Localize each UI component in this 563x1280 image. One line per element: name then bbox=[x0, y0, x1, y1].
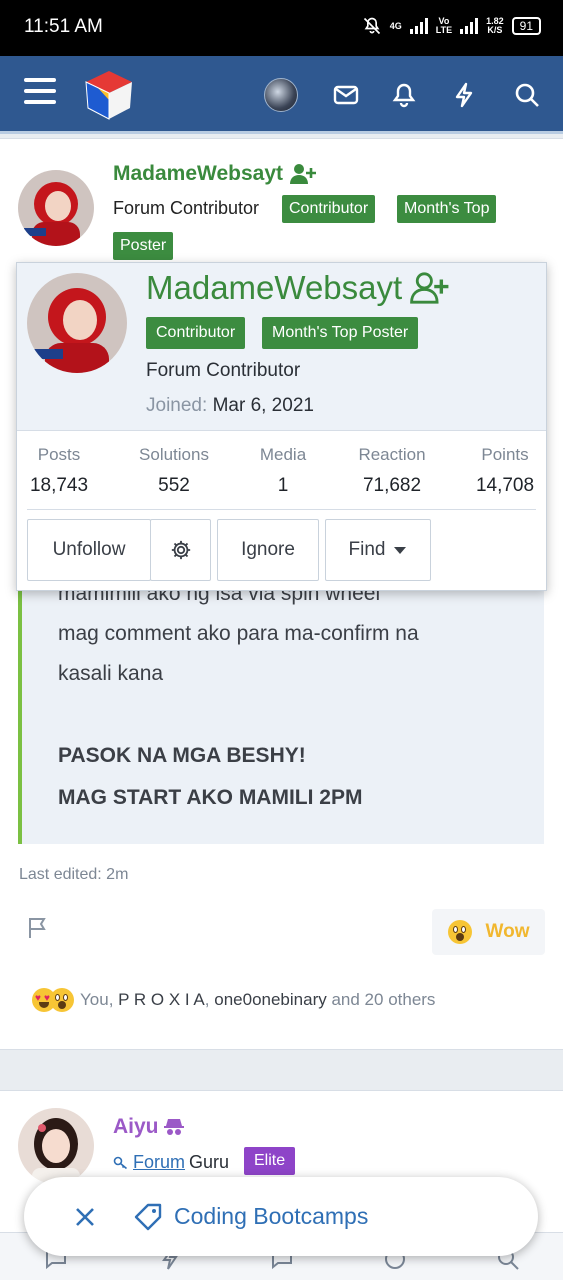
reaction-emojis: ♥ ♥ bbox=[32, 988, 74, 1012]
last-edited: Last edited: 2m bbox=[19, 866, 129, 883]
popup-joined: Joined: Mar 6, 2021 bbox=[146, 395, 314, 416]
top-poster-badge: Month's Top Poster bbox=[262, 317, 419, 349]
tag-icon bbox=[134, 1203, 162, 1231]
user-avatar[interactable] bbox=[264, 78, 298, 112]
rank-link[interactable]: Forum bbox=[133, 1152, 185, 1173]
battery-indicator: 91 bbox=[511, 17, 541, 35]
quote-bold-line: MAG START AKO MAMILI 2PM bbox=[58, 786, 363, 809]
reactor-link[interactable]: one0onebinary bbox=[214, 990, 326, 1010]
hamburger-menu-icon[interactable] bbox=[24, 78, 56, 108]
site-logo[interactable] bbox=[82, 68, 136, 122]
mute-icon bbox=[363, 17, 380, 35]
follow-user-icon[interactable] bbox=[289, 162, 317, 186]
stat-solutions: Solutions 552 bbox=[139, 445, 209, 496]
network-type: 4G bbox=[389, 20, 402, 31]
incognito-icon bbox=[163, 1119, 184, 1135]
top-poster-badge-cont: Poster bbox=[113, 232, 174, 260]
top-poster-badge: Month's Top bbox=[397, 195, 497, 223]
signal-icon bbox=[409, 18, 428, 34]
unfollow-button[interactable]: Unfollow bbox=[27, 519, 151, 581]
popup-user-title: Forum Contributor bbox=[146, 360, 301, 381]
author-user-title: Forum Contributor bbox=[113, 198, 260, 218]
toast-link[interactable]: Coding Bootcamps bbox=[174, 1203, 368, 1230]
member-tooltip-card: MadameWebsayt Contributor Month's Top Po… bbox=[16, 262, 547, 591]
stat-media: Media 1 bbox=[259, 445, 307, 496]
status-icons: 4G Vo LTE 1.82 K/S 91 bbox=[362, 16, 541, 36]
author-name-2[interactable]: Aiyu bbox=[113, 1115, 185, 1139]
popup-username[interactable]: MadameWebsayt bbox=[146, 269, 452, 307]
search-icon[interactable] bbox=[512, 80, 542, 110]
follow-settings-button[interactable] bbox=[150, 519, 211, 581]
network-speed: 1.82 K/S bbox=[486, 16, 504, 35]
reactor-link[interactable]: P R O X I A bbox=[118, 990, 205, 1010]
member-tooltip-header: MadameWebsayt Contributor Month's Top Po… bbox=[17, 263, 546, 431]
suggestion-toast: Coding Bootcamps bbox=[24, 1177, 538, 1256]
status-bar: 11:51 AM 4G Vo LTE 1.82 K/S 91 bbox=[0, 0, 563, 56]
author-rank-2: Forum Guru bbox=[113, 1152, 229, 1173]
others-link[interactable]: and 20 others bbox=[331, 990, 435, 1010]
wow-emoji-icon bbox=[50, 988, 74, 1012]
ignore-button[interactable]: Ignore bbox=[217, 519, 319, 581]
top-navigation bbox=[0, 56, 563, 134]
gear-icon bbox=[171, 540, 190, 560]
quote-line: kasali kana bbox=[58, 662, 164, 685]
reaction-label: Wow bbox=[485, 921, 530, 942]
stat-points: Points 14,708 bbox=[475, 445, 535, 496]
contributor-badge: Contributor bbox=[146, 317, 246, 349]
author-avatar-2[interactable] bbox=[18, 1108, 94, 1184]
volte-indicator: Vo LTE bbox=[435, 16, 453, 35]
popup-avatar[interactable] bbox=[27, 273, 127, 373]
close-icon[interactable] bbox=[72, 1204, 98, 1230]
signal-icon-2 bbox=[460, 18, 479, 34]
wow-emoji-icon bbox=[447, 920, 472, 944]
contributor-badge: Contributor bbox=[282, 195, 376, 223]
stat-posts: Posts 18,743 bbox=[29, 445, 89, 496]
reaction-summary[interactable]: ♥ ♥ You, P R O X I A, one0onebinary and 2… bbox=[32, 988, 435, 1012]
find-dropdown-button[interactable]: Find bbox=[325, 519, 431, 581]
caret-down-icon bbox=[394, 547, 407, 554]
bell-icon[interactable] bbox=[389, 80, 419, 110]
divider bbox=[27, 509, 536, 510]
status-time: 11:51 AM bbox=[24, 16, 103, 37]
reaction-button[interactable]: Wow bbox=[432, 909, 545, 955]
quote-bold-line: PASOK NA MGA BESHY! bbox=[58, 744, 306, 767]
report-flag-icon[interactable] bbox=[26, 916, 50, 940]
mail-icon[interactable] bbox=[331, 80, 361, 110]
author-name[interactable]: MadameWebsayt bbox=[113, 162, 317, 186]
quote-line: mag comment ako para ma-confirm na bbox=[58, 622, 419, 645]
key-icon bbox=[113, 1156, 128, 1169]
stat-reaction: Reaction 71,682 bbox=[358, 445, 426, 496]
elite-badge: Elite bbox=[244, 1147, 296, 1175]
follow-user-icon[interactable] bbox=[408, 271, 452, 305]
author-avatar[interactable] bbox=[18, 170, 94, 246]
bolt-icon[interactable] bbox=[449, 80, 479, 110]
